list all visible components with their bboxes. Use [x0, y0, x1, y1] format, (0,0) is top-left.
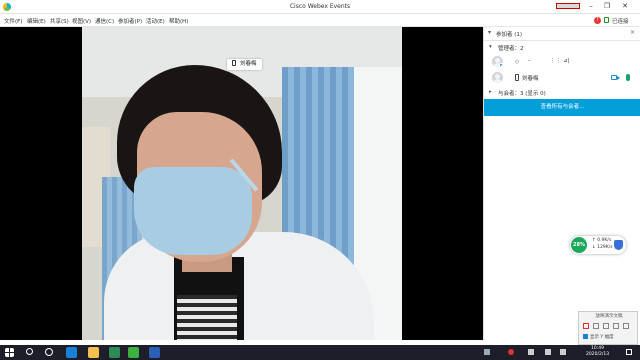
show-checkbox[interactable] — [583, 334, 588, 339]
connection-status[interactable]: ! 已连接 — [594, 16, 634, 25]
menu-view[interactable]: 视图(V) — [72, 17, 91, 25]
speaker-video — [82, 27, 402, 340]
attendee-section[interactable]: ▸ 与会者：3 (显示 0) — [484, 87, 640, 98]
attendee-section-label: 与会者：3 (显示 0) — [498, 91, 546, 97]
window-title: Cisco Webex Events — [289, 3, 351, 10]
chevron-down-icon: ▾ — [489, 44, 492, 50]
speaker-name: 刘春梅 — [240, 61, 257, 67]
menu-share[interactable]: 共享(S) — [50, 17, 69, 25]
participant-row[interactable]: ◇ – ⋮⋮ ⊿| — [484, 54, 640, 70]
show-checkbox-label: 显示 Y 幅度 — [590, 335, 614, 340]
menu-bar: 文件(F) 编辑(E) 共享(S) 视图(V) 通信(C) 参加者(P) 活动(… — [0, 14, 640, 27]
participants-panel-header[interactable]: ▾ 参加者 (1) × — [484, 27, 640, 41]
host-section-label: 管理者：2 — [498, 46, 524, 52]
view-all-attendees-button[interactable]: 查看所有与会者... — [484, 99, 640, 116]
host-name-placeholder: – — [528, 58, 531, 64]
notification-icon[interactable] — [626, 349, 632, 355]
pause-button[interactable] — [593, 323, 599, 329]
minimize-button[interactable]: – — [584, 1, 598, 12]
avatar — [492, 72, 503, 83]
participants-panel-title: 参加者 (1) — [496, 32, 523, 38]
avatar — [492, 56, 503, 67]
participant-row[interactable]: 刘春梅 — [484, 70, 640, 86]
tray-icon[interactable] — [484, 349, 490, 355]
task-view-icon[interactable] — [45, 348, 53, 356]
edit-button[interactable] — [623, 323, 629, 329]
presentation-mini-control: 放映演示文稿 显示 Y 幅度 — [578, 311, 638, 345]
record-button[interactable] — [583, 323, 589, 329]
host-section[interactable]: ▾ 管理者：2 — [484, 42, 640, 53]
download-speed: ↓ 129K/s — [592, 245, 613, 250]
signal-icon: ⊿| — [563, 58, 570, 64]
clock-date: 2020/2/13 — [586, 352, 610, 357]
chevron-right-icon: ▸ — [489, 89, 492, 95]
close-button[interactable]: ✕ — [618, 1, 632, 12]
menu-event[interactable]: 活动(E) — [146, 17, 165, 25]
edge-browser-icon[interactable] — [66, 347, 77, 358]
tray-icon[interactable] — [528, 349, 534, 355]
antivirus-icon[interactable] — [508, 349, 514, 355]
upload-speed: ↑ 0.9K/s — [592, 238, 612, 243]
clock[interactable]: 10:49 2020/2/13 — [586, 346, 609, 358]
app-icon[interactable] — [109, 347, 120, 358]
webex-window: { "window": { "title": "Cisco Webex Even… — [0, 0, 640, 360]
speaker-name-label: 刘春梅 — [227, 59, 262, 70]
chevron-down-icon: ▾ — [488, 29, 492, 36]
stop-button[interactable] — [603, 323, 609, 329]
network-speed-widget[interactable]: 28% ↑ 0.9K/s ↓ 129K/s — [570, 236, 626, 254]
phone-icon — [232, 60, 236, 66]
menu-help[interactable]: 帮助(H) — [169, 17, 188, 25]
windows-start-icon[interactable] — [5, 348, 14, 357]
menu-communicate[interactable]: 通信(C) — [95, 17, 114, 25]
presenter-name: 刘春梅 — [522, 76, 539, 82]
mini-control-caption: 放映演示文稿 — [595, 314, 623, 319]
microphone-icon[interactable] — [626, 74, 630, 81]
video-stage: 刘春梅 — [0, 27, 483, 340]
file-explorer-icon[interactable] — [88, 347, 99, 358]
grid-icon: ⋮⋮ — [550, 58, 561, 64]
network-percent: 28% — [571, 237, 587, 253]
lock-icon — [604, 17, 609, 23]
maximize-button[interactable]: ❐ — [600, 1, 614, 12]
phone-icon — [515, 74, 519, 81]
taskbar: 10:49 2020/2/13 — [0, 345, 640, 360]
network-icon[interactable] — [545, 349, 551, 355]
word-icon[interactable] — [149, 347, 160, 358]
volume-icon[interactable] — [560, 349, 566, 355]
menu-edit[interactable]: 编辑(E) — [27, 17, 46, 25]
host-status-icon: ◇ — [515, 59, 520, 65]
recording-indicator — [556, 3, 580, 9]
menu-participants[interactable]: 参加者(P) — [118, 17, 142, 25]
camera-icon[interactable] — [611, 75, 620, 80]
settings-button[interactable] — [613, 323, 619, 329]
shield-icon — [614, 240, 623, 250]
close-icon[interactable]: × — [630, 29, 635, 36]
participants-panel: ▾ 参加者 (1) × ▾ 管理者：2 ◇ – ⋮⋮ ⊿| 刘春梅 ▸ 与会者：… — [483, 27, 640, 340]
search-icon[interactable] — [26, 348, 33, 355]
menu-file[interactable]: 文件(F) — [4, 17, 22, 25]
excel-icon[interactable] — [128, 347, 139, 358]
connection-status-label: 已连接 — [612, 19, 629, 25]
alert-icon: ! — [594, 17, 601, 24]
title-bar: Cisco Webex Events – ❐ ✕ — [0, 0, 640, 14]
